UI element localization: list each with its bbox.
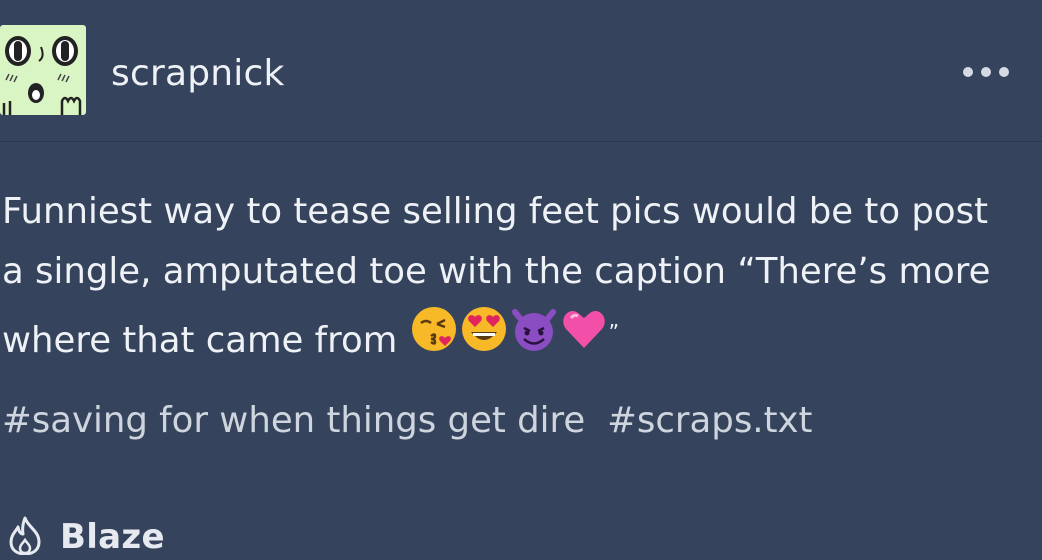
post-text-line: Funniest way to tease selling feet pics … [2,191,989,232]
heart-eyes-emoji [459,304,509,373]
post-header: scrapnick [0,0,1042,142]
avatar[interactable] [0,25,86,115]
post-body: Funniest way to tease selling feet pics … [2,182,1032,373]
post-text-line: where that came from ” [2,302,1032,373]
post-text-fragment: where that came from [2,319,409,361]
kissing-heart-emoji [409,304,459,373]
blaze-button[interactable]: Blaze [6,514,165,560]
flame-icon [6,515,44,559]
smiling-imp-emoji [509,304,559,373]
username[interactable]: scrapnick [111,52,285,96]
post-text-line: a single, amputated toe with the caption… [2,251,991,292]
pink-heart-emoji [559,304,609,373]
blaze-label: Blaze [60,517,165,557]
closing-quote: ” [608,320,619,344]
tag-link[interactable]: #scraps.txt [607,400,812,441]
tags-row: #saving for when things get dire #scraps.… [2,396,834,446]
tag-link[interactable]: #saving for when things get dire [2,400,585,441]
more-horizontal-icon[interactable] [960,62,1012,82]
